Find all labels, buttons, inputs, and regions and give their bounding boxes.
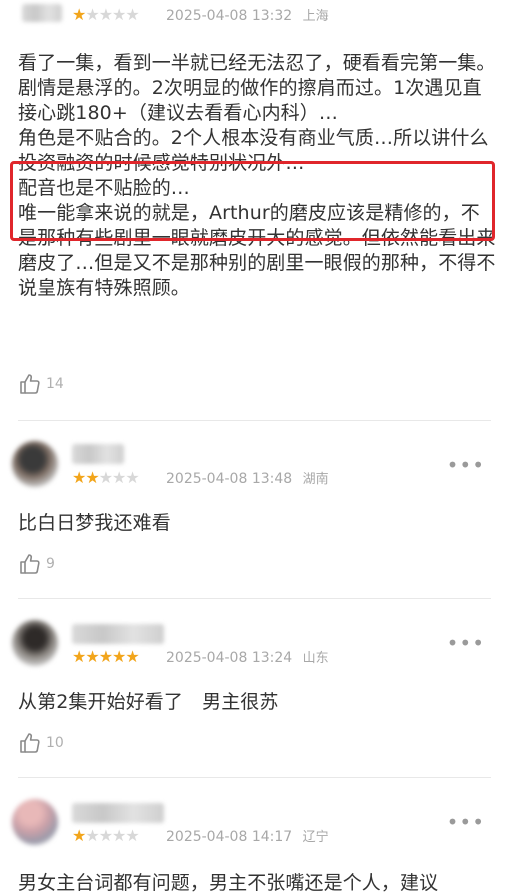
comment-meta: 2025-04-08 14:17 辽宁 [166, 828, 329, 847]
comment-text: 比白日梦我还难看 [18, 511, 496, 536]
comment-paragraph: 从第2集开始好看了 男主很苏 [18, 691, 279, 713]
comment-paragraph: 看了一集，看到一半就已经无法忍了，硬看看完第一集。 [18, 52, 496, 74]
more-options-icon[interactable]: ••• [447, 812, 485, 832]
rating-stars: ★★★★★ [72, 5, 140, 24]
highlight-box [10, 161, 495, 241]
divider [18, 420, 491, 421]
username-blurred[interactable] [72, 624, 164, 644]
more-options-icon[interactable]: ••• [447, 455, 485, 475]
comment-text: 男女主台词都有问题，男主不张嘴还是个人，建议 [18, 871, 511, 896]
comment-date: 2025-04-08 [166, 829, 248, 845]
divider [18, 777, 491, 778]
rating-stars: ★★★★★ [72, 468, 140, 487]
comment-location: 湖南 [302, 472, 329, 487]
comment-paragraph: 剧情是悬浮的。2次明显的做作的擦肩而过。1次遇见直接心跳180+（建议去看看心内… [18, 77, 482, 124]
comment-location: 辽宁 [302, 830, 329, 845]
comment-location: 山东 [302, 651, 329, 666]
avatar[interactable] [12, 799, 58, 845]
comment-location: 上海 [302, 9, 329, 24]
comment-paragraph: 比白日梦我还难看 [18, 512, 171, 534]
thumbs-up-icon [20, 733, 40, 753]
comment-paragraph: 男女主台词都有问题，男主不张嘴还是个人，建议 [18, 872, 439, 894]
comment-text: 从第2集开始好看了 男主很苏 [18, 690, 496, 715]
comment-meta: 2025-04-08 13:24 山东 [166, 649, 329, 668]
comment-date: 2025-04-08 [166, 471, 248, 487]
rating-stars: ★★★★★ [72, 647, 140, 666]
comment-time: 13:24 [251, 650, 293, 666]
comment-time: 13:48 [251, 471, 293, 487]
comment-time: 13:32 [251, 8, 293, 24]
comment-meta: 2025-04-08 13:32 上海 [166, 7, 329, 26]
more-options-icon[interactable]: ••• [447, 633, 485, 653]
like-button[interactable]: 10 [18, 731, 64, 755]
thumbs-up-icon [20, 554, 40, 574]
comment-time: 14:17 [251, 829, 293, 845]
avatar[interactable] [12, 441, 58, 487]
like-button[interactable]: 9 [18, 552, 55, 576]
like-button[interactable]: 14 [18, 372, 64, 396]
thumbs-up-icon [20, 374, 40, 394]
like-count: 9 [46, 556, 55, 572]
username-blurred[interactable] [22, 4, 62, 22]
comment-meta: 2025-04-08 13:48 湖南 [166, 470, 329, 489]
username-blurred[interactable] [72, 803, 164, 823]
avatar[interactable] [12, 620, 58, 666]
like-count: 10 [46, 735, 64, 751]
username-blurred[interactable] [72, 444, 124, 464]
comment-date: 2025-04-08 [166, 650, 248, 666]
rating-stars: ★★★★★ [72, 826, 140, 845]
like-count: 14 [46, 376, 64, 392]
divider [18, 598, 491, 599]
comment-date: 2025-04-08 [166, 8, 248, 24]
